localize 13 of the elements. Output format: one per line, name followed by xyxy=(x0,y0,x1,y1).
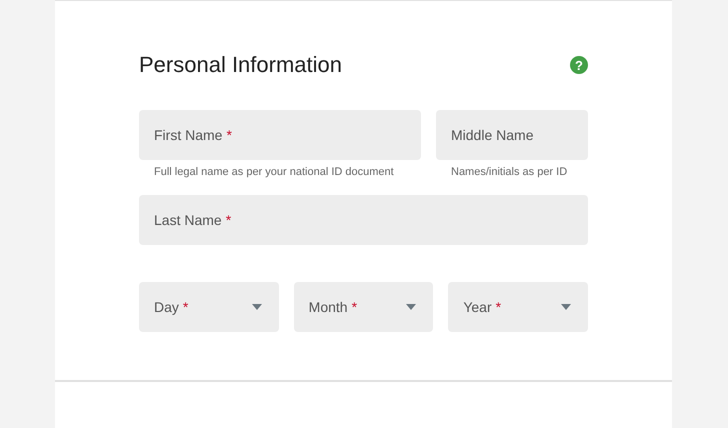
help-icon[interactable]: ? xyxy=(570,56,588,74)
section-title: Personal Information xyxy=(139,52,342,78)
caret-icon xyxy=(561,304,572,310)
caret-icon xyxy=(406,304,416,310)
caret-icon xyxy=(252,304,262,310)
text-field[interactable]: First Name * xyxy=(139,110,421,160)
select-field[interactable]: Month * xyxy=(294,282,434,332)
text-field[interactable]: Last Name * xyxy=(139,195,588,245)
select-field[interactable]: Year * xyxy=(448,282,588,332)
helper-text: Full legal name as per your national ID document xyxy=(154,166,395,178)
text-field[interactable]: Middle Name xyxy=(436,110,588,160)
helper-text: Names/initials as per ID xyxy=(451,166,568,178)
select-field[interactable]: Day * xyxy=(139,282,279,332)
